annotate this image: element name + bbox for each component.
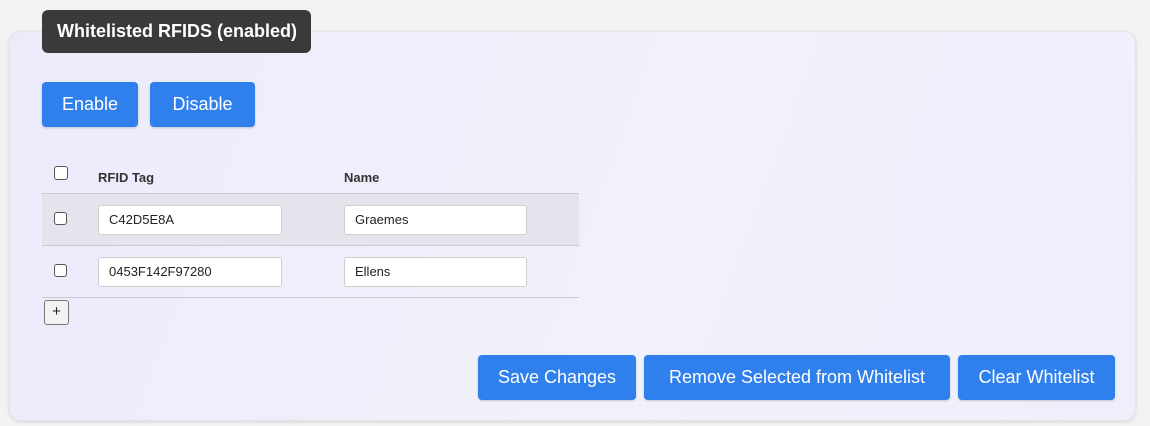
row-checkbox[interactable] — [54, 212, 67, 225]
rfid-tag-input[interactable]: C42D5E8A — [98, 205, 282, 235]
enable-button[interactable]: Enable — [42, 82, 138, 127]
name-input[interactable]: Graemes — [344, 205, 527, 235]
table-row: C42D5E8A Graemes — [42, 194, 579, 246]
column-header-rfid-tag: RFID Tag — [98, 170, 155, 185]
rfid-table: RFID Tag Name C42D5E8A Graemes 0453F142F… — [42, 155, 579, 298]
clear-whitelist-button[interactable]: Clear Whitelist — [958, 355, 1115, 400]
rfid-tag-input[interactable]: 0453F142F97280 — [98, 257, 282, 287]
panel-title: Whitelisted RFIDS (enabled) — [42, 10, 312, 53]
remove-selected-button[interactable]: Remove Selected from Whitelist — [644, 355, 950, 400]
table-header-row: RFID Tag Name — [42, 155, 579, 194]
name-input[interactable]: Ellens — [344, 257, 527, 287]
disable-button[interactable]: Disable — [150, 82, 255, 127]
add-row-button[interactable]: + — [44, 300, 69, 325]
row-checkbox[interactable] — [54, 264, 67, 277]
column-header-name: Name — [344, 170, 380, 185]
table-row: 0453F142F97280 Ellens — [42, 246, 579, 298]
select-all-checkbox[interactable] — [54, 166, 68, 180]
save-changes-button[interactable]: Save Changes — [478, 355, 636, 400]
